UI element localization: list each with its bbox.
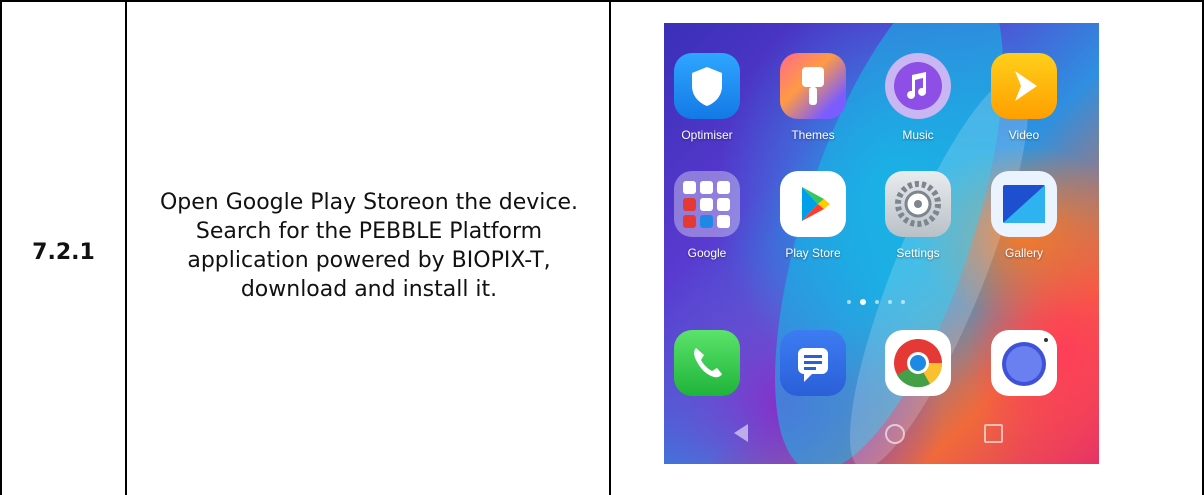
google-folder-icon — [674, 171, 740, 237]
page-dot[interactable] — [888, 300, 892, 304]
messages-icon — [780, 330, 846, 396]
table-top-border — [0, 0, 1204, 2]
camera-icon — [991, 330, 1057, 396]
phone-home-screen: Optimiser Themes Music Video Google Play… — [664, 23, 1099, 464]
app-label: Play Store — [785, 246, 841, 260]
app-optimiser[interactable]: Optimiser — [664, 53, 752, 142]
app-label: Themes — [791, 128, 835, 142]
page-dot[interactable] — [875, 300, 879, 304]
instruction-line: Search for the PEBBLE Platform — [195, 219, 543, 244]
chrome-icon — [885, 330, 951, 396]
page-dot-active[interactable] — [860, 299, 866, 305]
page-dot[interactable] — [901, 300, 905, 304]
page-indicator — [847, 299, 905, 305]
app-label: Settings — [896, 246, 940, 260]
home-icon[interactable] — [885, 424, 905, 444]
dock-camera[interactable] — [979, 330, 1069, 396]
play-icon — [991, 53, 1057, 119]
instruction-line: Open Google Play Storeon the device. — [159, 190, 579, 215]
back-icon[interactable] — [734, 424, 748, 442]
paintbrush-icon — [780, 53, 846, 119]
app-label: Optimiser — [681, 128, 733, 142]
phone-icon — [674, 330, 740, 396]
step-number: 7.2.1 — [32, 240, 95, 265]
app-gallery[interactable]: Gallery — [979, 171, 1069, 260]
dock-messages[interactable] — [768, 330, 858, 396]
app-music[interactable]: Music — [873, 53, 963, 142]
instruction-text: Open Google Play Storeon the device. Sea… — [130, 188, 608, 304]
column-divider-2 — [609, 0, 611, 495]
music-note-icon — [885, 53, 951, 119]
instruction-line: application powered by BIOPIX-T, — [187, 248, 551, 273]
page-dot[interactable] — [847, 300, 851, 304]
app-label: Video — [1008, 128, 1040, 142]
app-google-folder[interactable]: Google — [664, 171, 752, 260]
recents-icon[interactable] — [984, 424, 1003, 443]
app-label: Google — [687, 246, 727, 260]
navigation-bar — [664, 418, 1099, 458]
instruction-line: download and install it. — [240, 277, 498, 302]
app-settings[interactable]: Settings — [873, 171, 963, 260]
app-label: Music — [902, 128, 934, 142]
dock-chrome[interactable] — [873, 330, 963, 396]
gear-icon — [885, 171, 951, 237]
play-store-icon — [780, 171, 846, 237]
shield-icon — [674, 53, 740, 119]
column-divider-1 — [125, 0, 127, 495]
instruction-table: 7.2.1 Open Google Play Storeon the devic… — [0, 0, 1204, 495]
dock-phone[interactable] — [664, 330, 752, 396]
gallery-icon — [991, 171, 1057, 237]
app-play-store[interactable]: Play Store — [768, 171, 858, 260]
app-themes[interactable]: Themes — [768, 53, 858, 142]
app-video[interactable]: Video — [979, 53, 1069, 142]
app-label: Gallery — [1004, 246, 1043, 260]
